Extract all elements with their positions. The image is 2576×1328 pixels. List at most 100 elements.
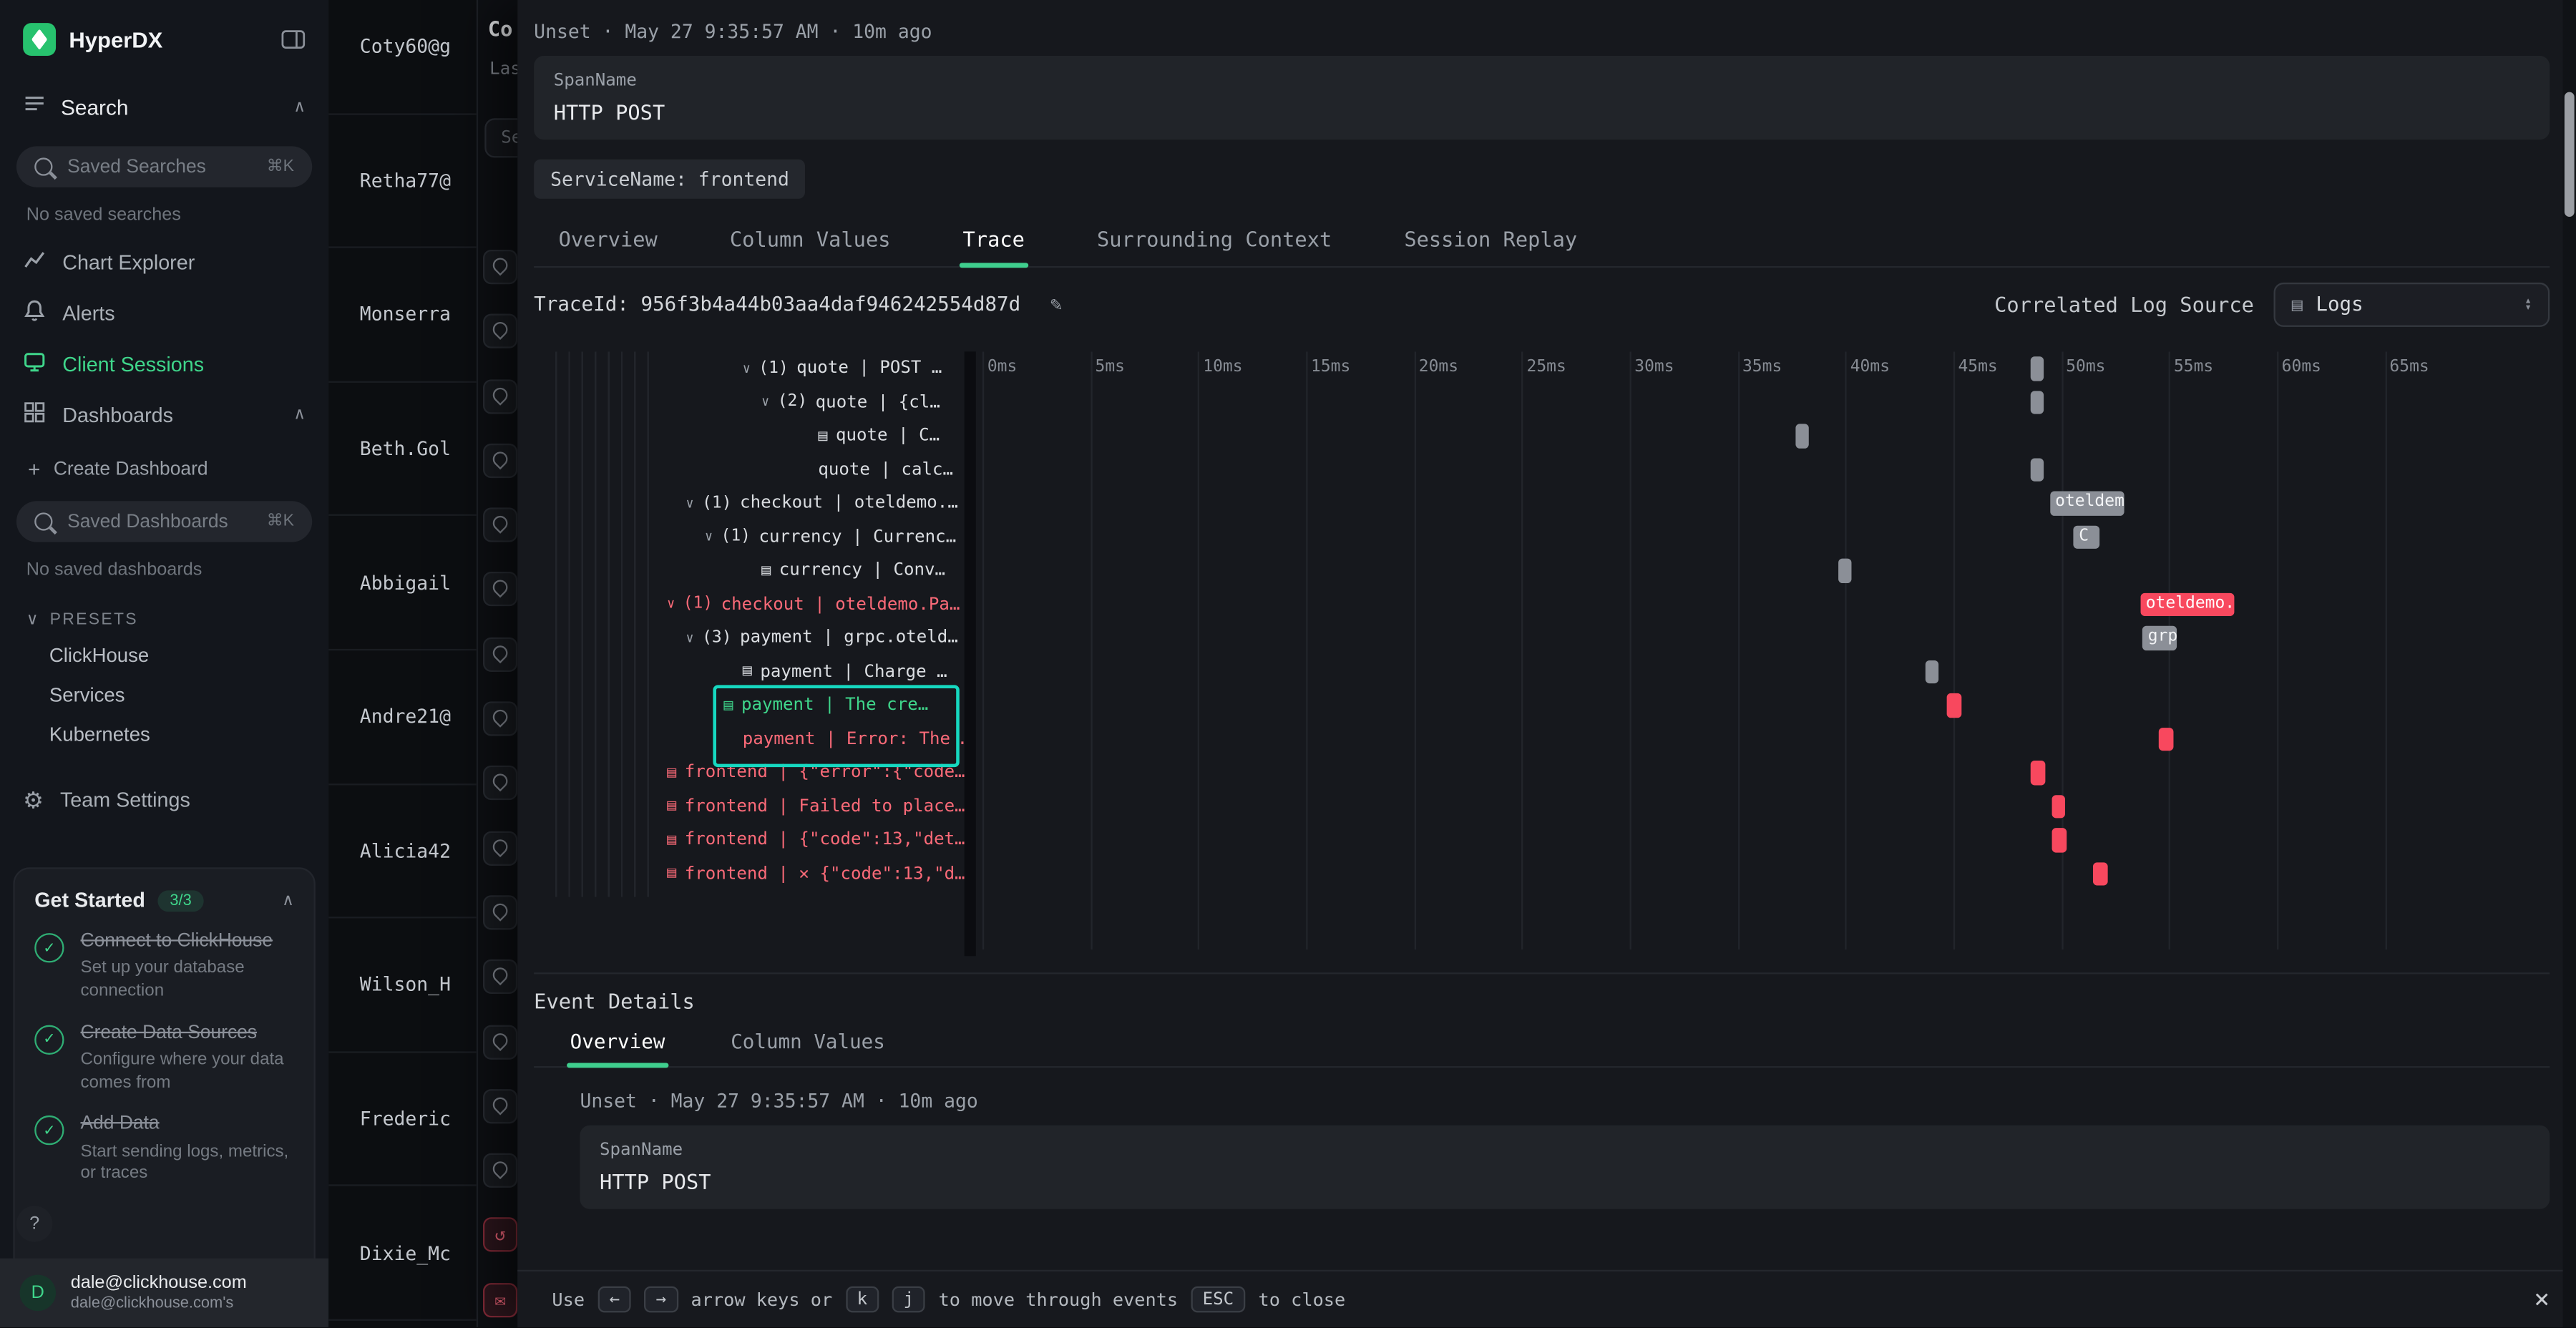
sidebar-item-chart-explorer[interactable]: Chart Explorer — [0, 237, 328, 288]
trace-span-row[interactable]: payment | Error: The … — [554, 722, 965, 756]
span-bar[interactable] — [2094, 861, 2109, 885]
chart-row — [982, 688, 2547, 722]
saved-dashboards-input[interactable] — [64, 510, 255, 533]
sidebar-item-alerts[interactable]: Alerts — [0, 288, 328, 338]
trace-bars: oteldemo. Coteldemo. grp — [982, 351, 2547, 890]
trace-span-row[interactable]: ▤quote | C… — [554, 419, 965, 452]
pin-icon[interactable] — [483, 1089, 517, 1123]
sidebar-item-team-settings[interactable]: ⚙ Team Settings — [0, 777, 328, 823]
edit-pencil-icon[interactable]: ✎ — [1050, 293, 1063, 316]
pin-icon[interactable] — [483, 960, 517, 994]
trace-span-row[interactable]: ∨(3)payment | grpc.oteld… — [554, 621, 965, 655]
service-name-badge[interactable]: ServiceName: frontend — [534, 160, 806, 199]
create-dashboard-button[interactable]: + Create Dashboard — [0, 440, 328, 488]
span-bar[interactable] — [2158, 727, 2173, 751]
span-bar[interactable] — [2031, 761, 2046, 784]
presets-header[interactable]: ∨ PRESETS — [0, 592, 328, 636]
help-button[interactable]: ? — [16, 1206, 53, 1242]
session-row[interactable]: Andre21@ — [328, 650, 477, 784]
span-bar[interactable] — [2052, 828, 2067, 851]
sidebar-item-kubernetes[interactable]: Kubernetes — [0, 715, 328, 754]
pin-icon[interactable] — [483, 831, 517, 865]
mail-icon[interactable]: ✉ — [483, 1283, 517, 1317]
get-started-header[interactable]: Get Started 3/3 ∧ — [34, 889, 294, 912]
session-row[interactable]: Retha77@ — [328, 114, 477, 248]
logo-group[interactable]: HyperDX — [23, 23, 162, 56]
span-bar[interactable] — [2031, 457, 2044, 481]
pin-icon[interactable] — [483, 1153, 517, 1188]
tab-overview[interactable]: Overview — [555, 217, 660, 266]
sidebar-item-clickhouse[interactable]: ClickHouse — [0, 636, 328, 675]
pin-icon[interactable] — [483, 379, 517, 413]
pin-icon[interactable] — [483, 444, 517, 478]
session-row[interactable]: Frederic — [328, 1053, 477, 1186]
pin-icon[interactable] — [483, 314, 517, 348]
pin-icon[interactable] — [483, 637, 517, 671]
trace-span-row[interactable]: ▤payment | The cre… — [554, 688, 965, 722]
trace-plot: 0ms5ms10ms15ms20ms25ms30ms35ms40ms45ms50… — [982, 351, 2547, 956]
trace-span-row[interactable]: ∨(1)checkout | oteldemo.Pa… — [554, 587, 965, 621]
sidebar-item-services[interactable]: Services — [0, 675, 328, 715]
log-source-select[interactable]: ▤ Logs ▴▾ — [2274, 282, 2550, 326]
trace-span-row[interactable]: ∨(1)currency | Currenc… — [554, 520, 965, 554]
span-bar[interactable] — [2031, 356, 2044, 380]
session-row[interactable]: Wilson_H — [328, 919, 477, 1053]
get-started-item[interactable]: ✓Connect to ClickHouseSet up your databa… — [34, 929, 294, 1003]
pin-icon[interactable] — [483, 702, 517, 736]
search-section-icon — [23, 92, 46, 124]
pin-icon[interactable] — [483, 250, 517, 284]
pin-icon[interactable] — [483, 766, 517, 801]
session-row[interactable]: Monserra — [328, 248, 477, 382]
get-started-item[interactable]: ✓Add DataStart sending logs, metrics, or… — [34, 1113, 294, 1186]
tab-column-values[interactable]: Column Values — [728, 1017, 889, 1066]
get-started-item[interactable]: ✓Create Data SourcesConfigure where your… — [34, 1021, 294, 1095]
user-menu[interactable]: D dale@clickhouse.com dale@clickhouse.co… — [0, 1259, 328, 1327]
pin-icon[interactable] — [483, 508, 517, 542]
search-section-header[interactable]: Search ∧ — [0, 72, 328, 133]
collapse-sidebar-icon[interactable] — [281, 28, 306, 51]
span-bar[interactable]: oteldemo. — [2141, 592, 2234, 616]
tab-column-values[interactable]: Column Values — [726, 217, 894, 266]
session-row[interactable]: Coty60@g — [328, 0, 477, 114]
span-bar[interactable]: grp — [2143, 626, 2177, 650]
trace-span-row[interactable]: ▤currency | Conv… — [554, 554, 965, 587]
span-bar[interactable] — [2031, 390, 2044, 414]
trace-span-row[interactable]: ∨(1)checkout | oteldemo.… — [554, 487, 965, 520]
sidebar-item-dashboards[interactable]: Dashboards ∧ — [0, 389, 328, 440]
scrollbar-thumb[interactable] — [2565, 92, 2575, 217]
saved-searches-input[interactable] — [64, 155, 255, 178]
pin-icon[interactable] — [483, 1025, 517, 1059]
tab-overview[interactable]: Overview — [567, 1017, 668, 1066]
sidebar-item-client-sessions[interactable]: Client Sessions — [0, 338, 328, 389]
trace-id-label: TraceId: 956f3b4a44b03aa4daf946242554d87… — [534, 293, 1020, 316]
trace-span-row[interactable]: ▤frontend | ✕ {"code":13,"d… — [554, 856, 965, 890]
trace-span-row[interactable]: ∨(2)quote | {cl… — [554, 385, 965, 419]
pin-icon[interactable] — [483, 572, 517, 607]
trace-span-row[interactable]: quote | calc… — [554, 453, 965, 487]
replay-icon[interactable]: ↺ — [483, 1218, 517, 1252]
tab-session-replay[interactable]: Session Replay — [1401, 217, 1581, 266]
trace-span-row[interactable]: ▤frontend | Failed to place… — [554, 789, 965, 823]
panel-splitter[interactable] — [965, 351, 976, 956]
session-row[interactable]: Dixie_Mc — [328, 1186, 477, 1320]
span-bar[interactable]: oteldemo. — [2050, 491, 2123, 514]
session-row[interactable]: Alicia42 — [328, 784, 477, 918]
trace-span-row[interactable]: ∨(1)quote | POST … — [554, 351, 965, 385]
span-bar[interactable] — [2052, 794, 2065, 818]
session-row[interactable]: Beth.Gol — [328, 382, 477, 516]
span-bar[interactable]: C — [2074, 525, 2099, 549]
close-icon[interactable]: × — [2534, 1286, 2550, 1313]
session-row[interactable]: Abbigail — [328, 517, 477, 650]
span-bar[interactable] — [1839, 559, 1852, 582]
session-search-input[interactable] — [498, 127, 518, 150]
trace-span-row[interactable]: ▤frontend | {"code":13,"det… — [554, 823, 965, 856]
tab-surrounding-context[interactable]: Surrounding Context — [1093, 217, 1335, 266]
search-icon — [34, 157, 52, 175]
pin-icon[interactable] — [483, 895, 517, 929]
trace-span-row[interactable]: ▤frontend | {"error":{"code… — [554, 756, 965, 789]
span-bar[interactable] — [1947, 693, 1962, 717]
trace-span-row[interactable]: ▤payment | Charge … — [554, 655, 965, 688]
span-bar[interactable] — [1925, 660, 1938, 683]
span-bar[interactable] — [1795, 424, 1808, 447]
tab-trace[interactable]: Trace — [960, 217, 1028, 266]
